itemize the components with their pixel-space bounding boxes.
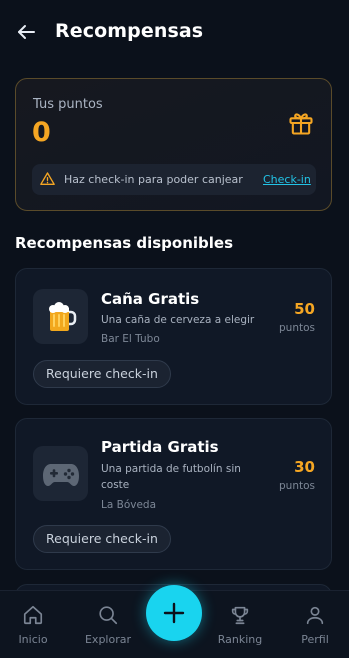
reward-venue: Bar El Tubo [101,333,160,345]
gift-icon [289,113,313,135]
search-icon [99,606,118,625]
reward-thumbnail [33,446,88,501]
back-button[interactable] [14,20,38,44]
beer-icon [48,301,76,331]
plus-icon [163,602,185,624]
reward-points: 30 [294,458,315,476]
points-card: Tus puntos 0 Haz check-in para poder can… [15,78,332,211]
nav-item-inicio[interactable]: Inicio [3,591,63,658]
warning-text: Haz check-in para poder canjear [64,173,243,186]
reward-card[interactable]: Caña Gratis Una caña de cerveza a elegir… [15,268,332,405]
nav-label: Inicio [18,633,48,646]
section-title: Recompensas disponibles [15,234,233,252]
requires-checkin-button[interactable]: Requiere check-in [33,525,171,553]
requires-checkin-button[interactable]: Requiere check-in [33,360,171,388]
points-value: 0 [32,117,51,148]
reward-name: Caña Gratis [101,290,200,308]
nav-item-ranking[interactable]: Ranking [210,591,270,658]
app-header: Recompensas [0,0,349,64]
home-icon [23,605,43,625]
nav-label: Ranking [217,633,263,646]
warning-icon [40,172,55,185]
game-controller-icon [42,463,79,486]
reward-points: 50 [294,300,315,318]
reward-thumbnail [33,289,88,344]
nav-label: Explorar [84,633,131,646]
reward-points-unit: puntos [279,480,315,492]
trophy-icon [231,606,249,625]
nav-item-explorar[interactable]: Explorar [78,591,138,658]
nav-label: Perfil [301,633,329,646]
reward-card[interactable]: Partida Gratis Una partida de futbolín s… [15,418,332,570]
nav-item-perfil[interactable]: Perfil [285,591,345,658]
reward-venue: La Bóveda [101,499,157,511]
reward-description: Una caña de cerveza a elegir [101,314,255,326]
add-button[interactable] [146,585,202,641]
arrow-left-icon [18,25,35,39]
checkin-warning: Haz check-in para poder canjear Check-in [32,164,316,195]
checkin-link[interactable]: Check-in [263,173,311,186]
page-title: Recompensas [55,20,204,42]
reward-description: Una partida de futbolín sin coste [101,463,241,491]
reward-points-unit: puntos [279,322,315,334]
points-label: Tus puntos [33,97,103,112]
user-icon [306,606,324,625]
reward-name: Partida Gratis [101,438,219,456]
